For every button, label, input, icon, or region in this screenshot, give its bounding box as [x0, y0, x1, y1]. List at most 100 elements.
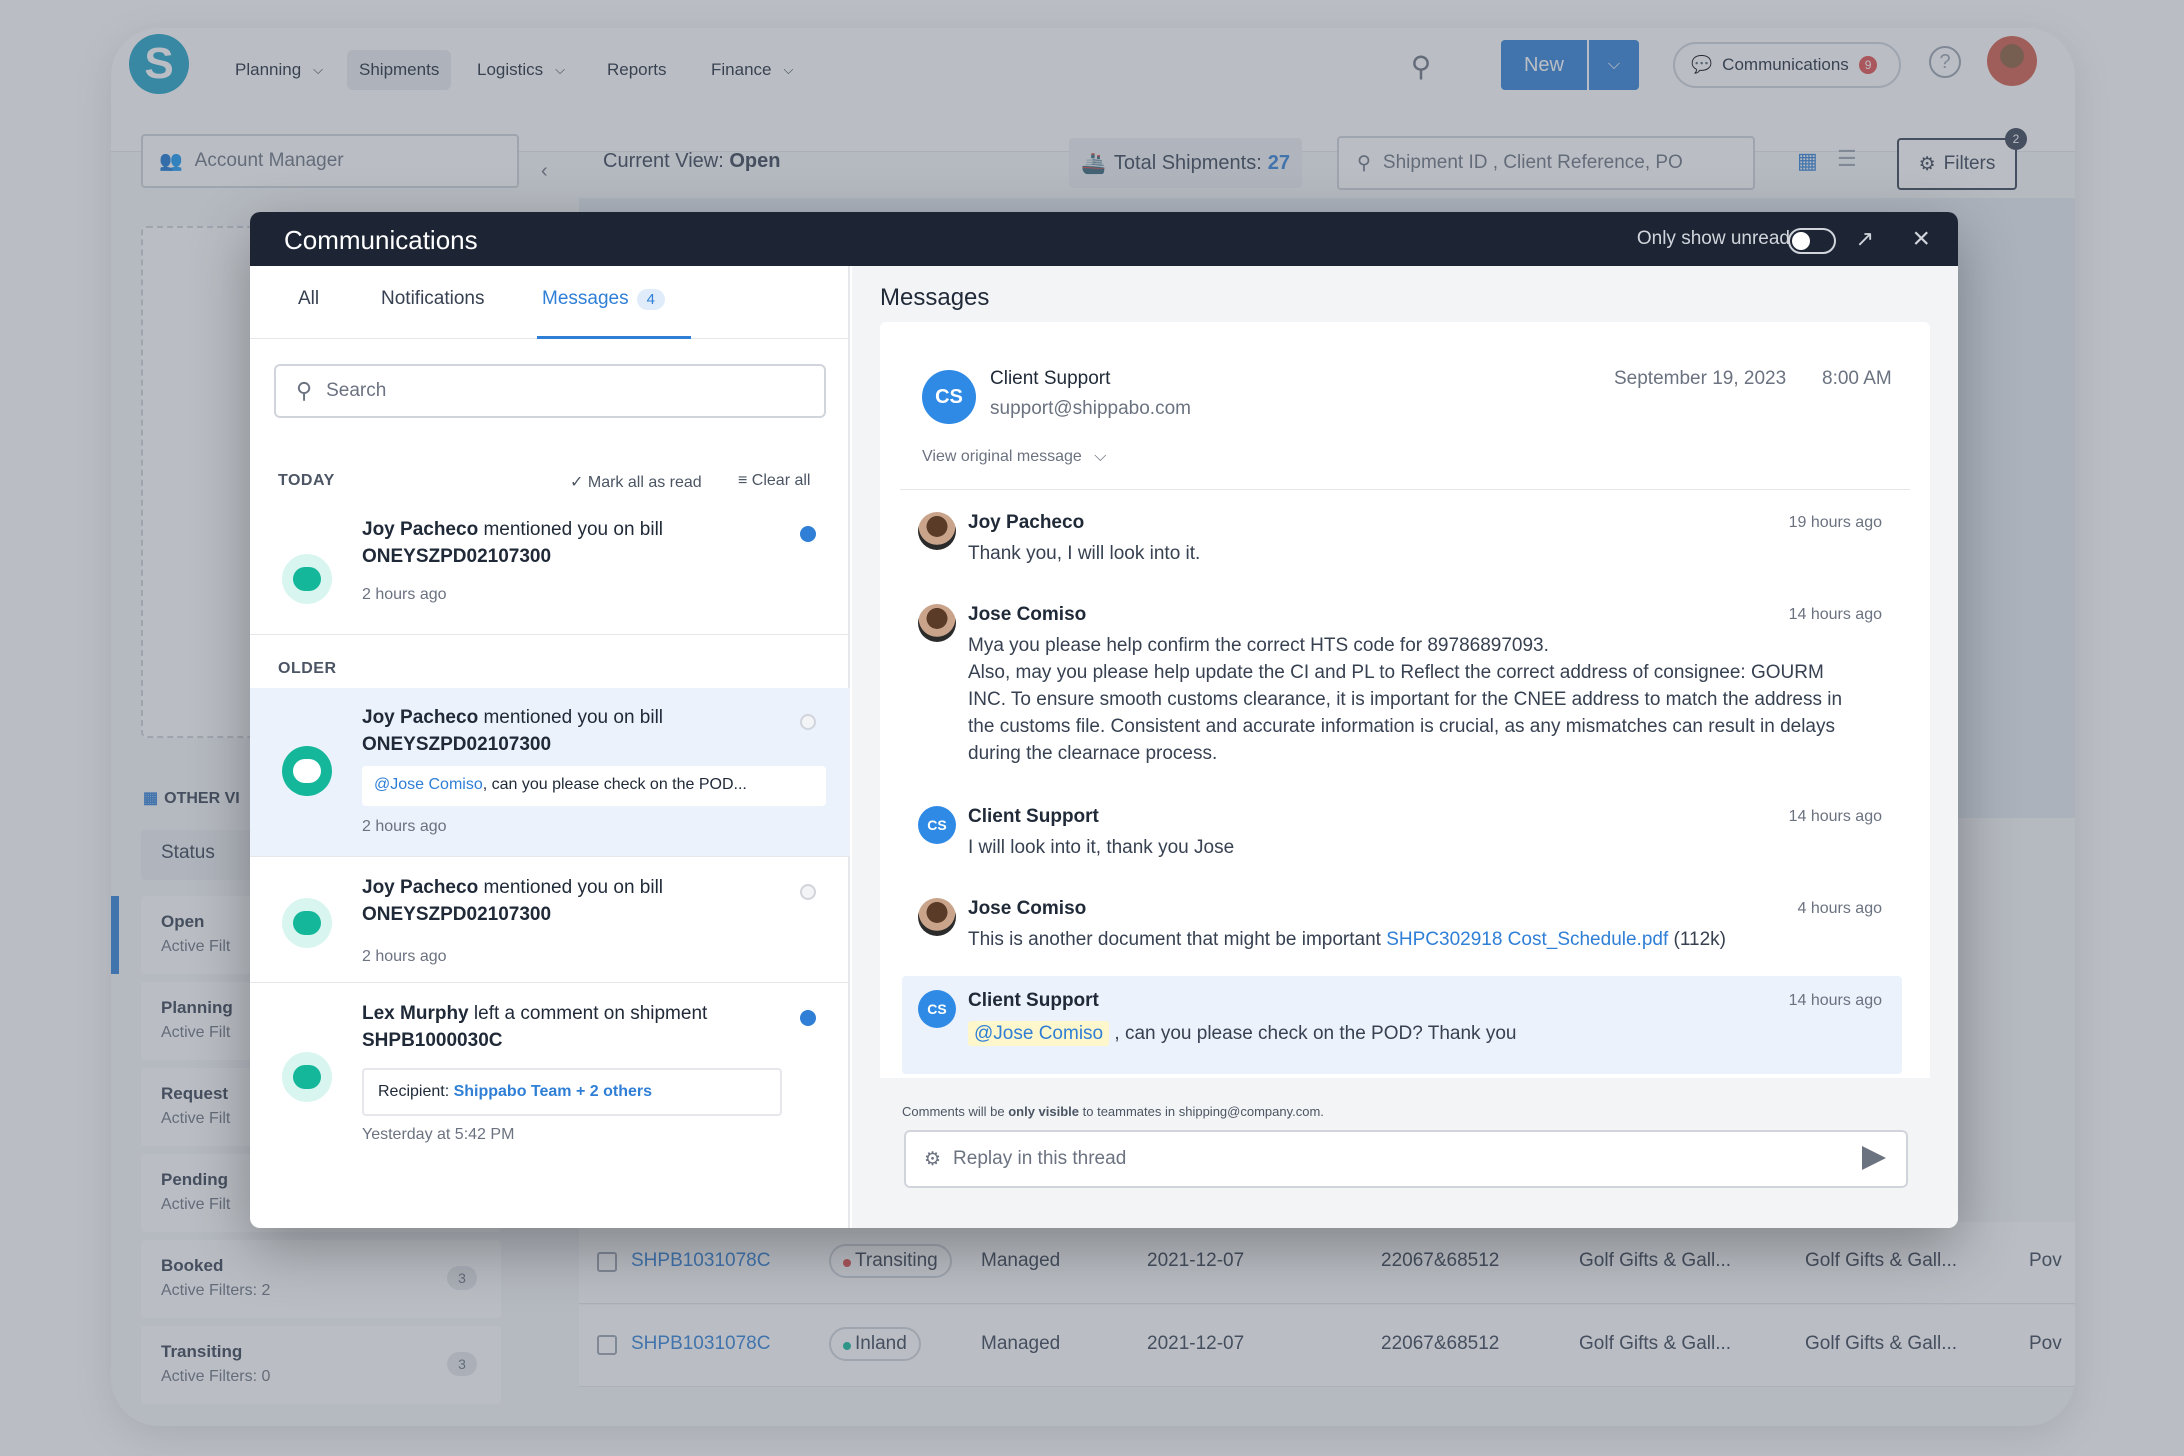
mark-all-read-button[interactable]: ✓ Mark all as read	[570, 472, 702, 492]
messages-count-badge: 4	[636, 289, 665, 310]
notification-text: Joy Pacheco mentioned you on bill ONEYSZP…	[362, 704, 663, 758]
divider	[900, 489, 1910, 490]
message-time: 14 hours ago	[1788, 808, 1882, 825]
notification-time: 2 hours ago	[362, 948, 447, 965]
tab-messages[interactable]: Messages 4	[542, 288, 665, 310]
notification-time: 2 hours ago	[362, 818, 447, 835]
view-original-label: View original message	[922, 448, 1082, 465]
view-original-button[interactable]: View original message ⌵	[922, 448, 1106, 466]
chat-bubble-icon	[282, 898, 332, 948]
chevron-down-icon: ⌵	[1094, 448, 1107, 465]
notification-text: Lex Murphy left a comment on shipment SHP…	[362, 1000, 707, 1054]
search-placeholder: Search	[326, 380, 387, 401]
notification-item[interactable]: Joy Pacheco mentioned you on bill ONEYSZP…	[250, 506, 850, 634]
close-icon[interactable]: ×	[1912, 222, 1930, 256]
clear-all-label: Clear all	[751, 472, 811, 489]
unread-dot[interactable]	[800, 526, 816, 542]
visibility-note: Comments will be only visible to teammat…	[902, 1104, 1324, 1119]
reply-input[interactable]: ⚙ Replay in this thread	[904, 1130, 1908, 1188]
message-author: Joy Pacheco	[968, 512, 1085, 533]
client-support-avatar: CS	[922, 370, 976, 424]
client-support-avatar: CS	[918, 990, 956, 1028]
notification-quote: @Jose Comiso, can you please check on th…	[362, 766, 826, 806]
thread-sender: Client Support	[990, 368, 1111, 389]
recipient-label: Recipient:	[378, 1083, 454, 1100]
jose-comiso-avatar	[918, 898, 956, 936]
messages-panel: Messages CS Client Support support@shipp…	[852, 266, 1958, 1228]
clear-icon: ≡	[738, 472, 748, 489]
message-author: Jose Comiso	[968, 604, 1087, 625]
only-unread-label: Only show unread	[1636, 228, 1790, 249]
notification-ref: ONEYSZPD02107300	[362, 904, 552, 925]
message-body: Mya you please help confirm the correct …	[968, 635, 1843, 764]
popout-icon[interactable]: ↗	[1856, 226, 1874, 252]
unread-dot[interactable]	[800, 1010, 816, 1026]
visibility-pre: Comments will be	[902, 1104, 1009, 1119]
quote-text: , can you please check on the POD...	[482, 776, 747, 793]
thread-date: September 19, 2023	[1614, 368, 1787, 389]
notification-text: Joy Pacheco mentioned you on bill ONEYSZP…	[362, 516, 663, 570]
recipient-box: Recipient: Shippabo Team + 2 others	[362, 1068, 782, 1116]
notification-actor: Joy Pacheco	[362, 877, 479, 898]
notification-ref: ONEYSZPD02107300	[362, 546, 552, 567]
divider	[250, 634, 850, 635]
double-check-icon: ✓	[570, 474, 584, 491]
sliders-icon: ⚙	[924, 1148, 942, 1170]
chat-bubble-icon	[282, 554, 332, 604]
notification-item[interactable]: Lex Murphy left a comment on shipment SHP…	[250, 984, 850, 1154]
clear-all-button[interactable]: ≡ Clear all	[738, 472, 810, 490]
notification-ref: ONEYSZPD02107300	[362, 734, 552, 755]
mention-tag[interactable]: @Jose Comiso	[968, 1021, 1110, 1046]
notification-action: left a comment on shipment	[468, 1003, 708, 1024]
search-icon: ⚲	[296, 378, 313, 403]
chat-bubble-icon	[282, 746, 332, 796]
tab-notifications[interactable]: Notifications	[381, 288, 485, 310]
tab-messages-label: Messages	[542, 288, 629, 309]
notification-time: Yesterday at 5:42 PM	[362, 1126, 515, 1143]
attachment-link[interactable]: SHPC302918 Cost_Schedule.pdf	[1386, 929, 1668, 950]
message-author: Client Support	[968, 990, 1099, 1011]
notification-text: Joy Pacheco mentioned you on bill ONEYSZP…	[362, 874, 663, 928]
notification-actor: Lex Murphy	[362, 1003, 469, 1024]
divider	[250, 982, 850, 983]
message-body: I will look into it, thank you Jose	[968, 837, 1235, 858]
notification-item[interactable]: Joy Pacheco mentioned you on bill ONEYSZP…	[250, 688, 850, 856]
read-dot[interactable]	[800, 884, 816, 900]
notification-actor: Joy Pacheco	[362, 707, 479, 728]
only-unread-toggle[interactable]	[1788, 228, 1836, 254]
thread-time: 8:00 AM	[1822, 368, 1892, 389]
older-heading: OLDER	[278, 660, 337, 677]
joy-pacheco-avatar	[918, 512, 956, 550]
message-body: This is another document that might be i…	[968, 926, 1848, 953]
notification-action: mentioned you on bill	[478, 877, 664, 898]
modal-header: Communications Only show unread ↗ ×	[250, 212, 1958, 266]
message-thread: CS Client Support support@shippabo.com S…	[880, 322, 1930, 1228]
notification-action: mentioned you on bill	[478, 707, 664, 728]
chat-bubble-icon	[282, 1052, 332, 1102]
message-time: 14 hours ago	[1788, 606, 1882, 623]
message-text: , can you please check on the POD? Thank…	[1109, 1023, 1517, 1044]
jose-comiso-avatar	[918, 604, 956, 642]
message-text: This is another document that might be i…	[968, 929, 1387, 950]
modal-title: Communications	[284, 225, 478, 255]
attachment-size: (112k)	[1668, 929, 1726, 950]
active-tab-indicator	[537, 336, 691, 339]
notification-time: 2 hours ago	[362, 586, 447, 603]
notifications-panel: All Notifications Messages 4 ⚲ Search TOD…	[250, 266, 850, 1228]
notification-item[interactable]: Joy Pacheco mentioned you on bill ONEYSZP…	[250, 858, 850, 982]
read-dot[interactable]	[800, 714, 816, 730]
message-time: 14 hours ago	[1788, 992, 1882, 1009]
notification-ref: SHPB1000030C	[362, 1030, 503, 1051]
messages-title: Messages	[880, 284, 990, 311]
notification-actor: Joy Pacheco	[362, 519, 479, 540]
notification-action: mentioned you on bill	[478, 519, 664, 540]
message-body: Thank you, I will look into it.	[968, 543, 1201, 564]
divider	[250, 856, 850, 857]
recipient-value[interactable]: Shippabo Team + 2 others	[454, 1083, 652, 1100]
tab-all[interactable]: All	[298, 288, 319, 310]
visibility-post: to teammates in shipping@company.com.	[1079, 1104, 1324, 1119]
communications-modal: Communications Only show unread ↗ × All …	[250, 212, 1958, 1228]
visibility-bold: only visible	[1008, 1104, 1080, 1119]
send-icon[interactable]	[1862, 1146, 1886, 1170]
notification-search-input[interactable]: ⚲ Search	[274, 364, 826, 418]
